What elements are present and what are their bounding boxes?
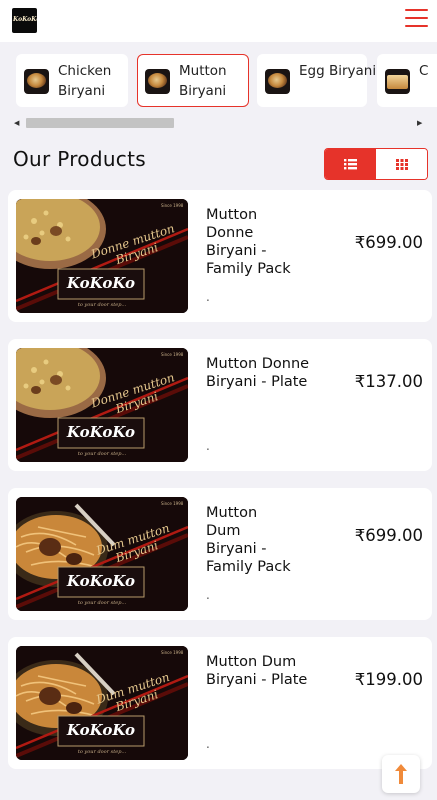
product-image[interactable]: Donne mutton Biryani Since 1998 KoKoKo to y…	[16, 199, 188, 313]
list-view-icon	[344, 159, 357, 170]
scroll-right-arrow-icon[interactable]: ▶	[417, 119, 422, 127]
product-name[interactable]: Mutton Dum Biryani - Family Pack	[206, 504, 294, 576]
product-description: .	[206, 588, 210, 602]
list-view-button[interactable]	[325, 149, 376, 179]
product-image-tagline: to your door step...	[77, 302, 127, 308]
product-image[interactable]: Donne mutton Biryani Since 1998 KoKoKo to y…	[16, 348, 188, 462]
category-thumbnail	[265, 69, 290, 94]
grid-view-icon	[396, 159, 408, 170]
category-scrollbar[interactable]: ◀ ▶	[10, 118, 427, 128]
product-card[interactable]: Donne mutton Biryani Since 1998 KoKoKo to y…	[8, 190, 432, 322]
product-image-brand: KoKoKo	[66, 274, 136, 292]
section-title: Our Products	[13, 147, 146, 171]
brand-logo-text: KoKoKo	[13, 16, 37, 23]
product-image-tagline: to your door step...	[77, 749, 127, 755]
category-thumbnail	[385, 69, 410, 94]
product-name[interactable]: Mutton Dum Biryani - Plate	[206, 653, 324, 689]
category-label: C	[419, 63, 429, 79]
product-image-tagline: to your door step...	[77, 451, 127, 457]
scroll-left-arrow-icon[interactable]: ◀	[14, 119, 19, 127]
brand-logo[interactable]: KoKoKo	[12, 8, 37, 33]
category-label: Egg Biryani	[299, 63, 377, 79]
product-description: .	[206, 290, 210, 304]
hamburger-menu-icon[interactable]	[405, 9, 428, 27]
product-price: ₹137.00	[354, 372, 423, 391]
product-image-since: Since 1998	[161, 650, 184, 655]
view-toggle	[324, 148, 428, 180]
product-image-since: Since 1998	[161, 203, 184, 208]
category-card-mutton-biryani[interactable]: Mutton Biryani	[137, 54, 249, 107]
top-header: KoKoKo	[0, 0, 437, 42]
product-price: ₹699.00	[354, 233, 423, 252]
product-price: ₹699.00	[354, 526, 423, 545]
product-image-since: Since 1998	[161, 352, 184, 357]
category-card-chicken-biryani[interactable]: Chicken Biryani	[16, 54, 128, 107]
product-description: .	[206, 439, 210, 453]
product-name[interactable]: Mutton Donne Biryani - Family Pack	[206, 206, 294, 278]
category-card-egg-biryani[interactable]: Egg Biryani	[257, 54, 376, 107]
product-description: .	[206, 737, 210, 751]
product-image[interactable]: Dum mutton Biryani Since 1998 KoKoKo to you…	[16, 497, 188, 611]
product-image-brand: KoKoKo	[66, 423, 136, 441]
scroll-to-top-button[interactable]	[382, 755, 420, 793]
product-image-brand: KoKoKo	[66, 721, 136, 739]
product-image[interactable]: Dum mutton Biryani Since 1998 KoKoKo to you…	[16, 646, 188, 760]
category-label: Mutton Biryani	[179, 63, 227, 99]
category-label: Chicken Biryani	[58, 63, 112, 99]
scrollbar-thumb[interactable]	[26, 118, 174, 128]
category-card-partial[interactable]: C	[377, 54, 437, 107]
product-card[interactable]: Donne mutton Biryani Since 1998 KoKoKo to y…	[8, 339, 432, 471]
product-name[interactable]: Mutton Donne Biryani - Plate	[206, 355, 324, 391]
arrow-up-icon	[395, 764, 407, 784]
product-card[interactable]: Dum mutton Biryani Since 1998 KoKoKo to you…	[8, 488, 432, 620]
grid-view-button[interactable]	[377, 149, 427, 179]
product-price: ₹199.00	[354, 670, 423, 689]
product-card[interactable]: Dum mutton Biryani Since 1998 KoKoKo to you…	[8, 637, 432, 769]
category-thumbnail	[145, 69, 170, 94]
product-image-since: Since 1998	[161, 501, 184, 506]
category-thumbnail	[24, 69, 49, 94]
product-image-tagline: to your door step...	[77, 600, 127, 606]
product-image-brand: KoKoKo	[66, 572, 136, 590]
category-strip: Chicken Biryani Mutton Biryani Egg Birya…	[0, 42, 437, 134]
